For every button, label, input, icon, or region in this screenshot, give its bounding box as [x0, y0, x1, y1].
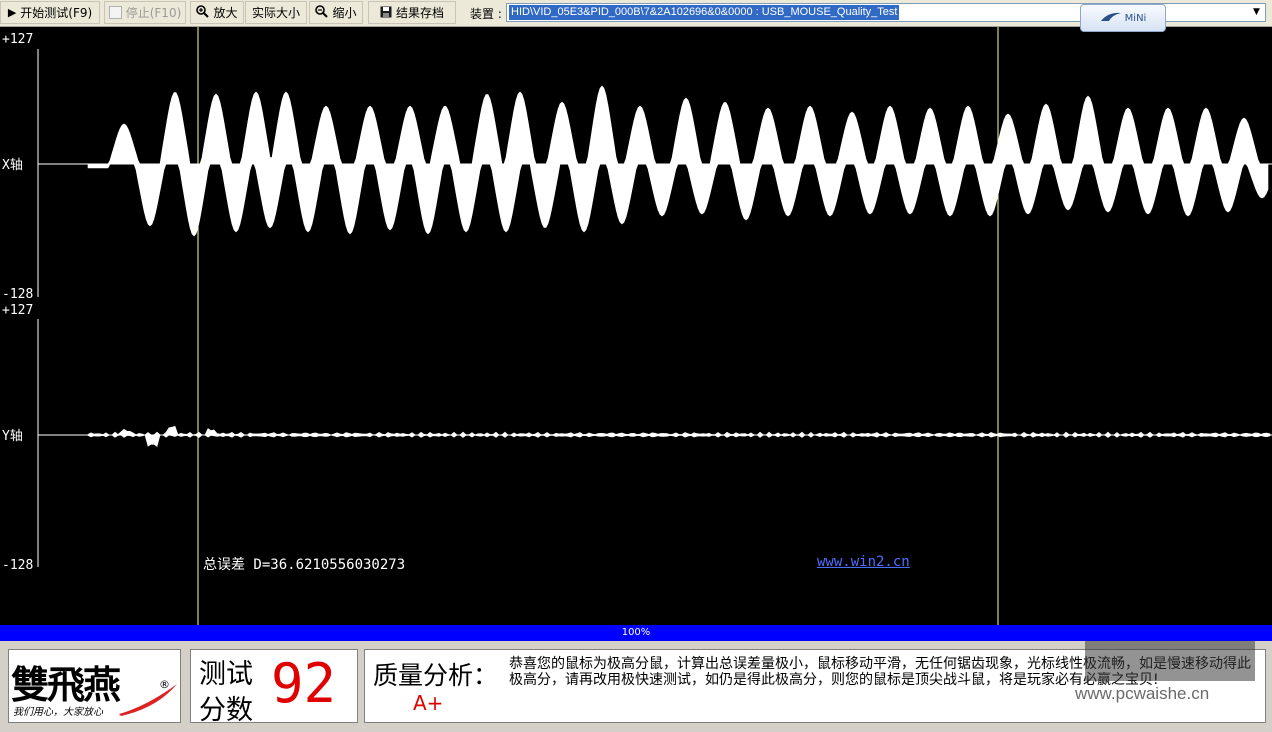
start-test-button[interactable]: ▶ 开始测试(F9)	[0, 1, 100, 24]
score-label-line1: 测试	[199, 659, 253, 690]
save-result-label: 结果存档	[395, 6, 444, 20]
progress-label: 100%	[621, 627, 651, 638]
zoom-in-label: 放大	[213, 6, 238, 20]
y-axis-label: Y轴	[2, 429, 23, 444]
mini-mode-label: MiNi	[1124, 12, 1147, 24]
save-result-button[interactable]: 结果存档	[368, 1, 456, 24]
zoom-out-icon	[315, 5, 329, 20]
zoom-out-label: 缩小	[332, 6, 357, 20]
logo-slogan: 我们用心，大家放心	[13, 707, 103, 718]
actual-size-button[interactable]: 实际大小	[245, 1, 307, 24]
watermark-text: www.pcwaishe.cn	[1075, 684, 1210, 703]
x-axis-min-label: -128	[2, 287, 34, 302]
watermark-logo	[1085, 641, 1255, 681]
brand-logo: 雙飛燕 ® 我们用心，大家放心	[8, 649, 181, 723]
swoosh-icon	[119, 684, 177, 716]
grade-badge: A+	[413, 691, 444, 715]
floppy-disk-icon	[380, 6, 392, 20]
site-link[interactable]: www.win2.cn	[817, 554, 910, 570]
y-axis-max-label: +127	[2, 303, 34, 318]
device-select-value: HID\VID_05E3&PID_000B\7&2A102696&0&0000 …	[509, 5, 900, 20]
waveform-plot: +127 X轴 -128 +127 Y轴 -128 总误差 D=36.62105…	[0, 27, 1272, 625]
score-label-line2: 分数	[199, 695, 253, 726]
bird-logo-icon	[1100, 11, 1122, 26]
analysis-title: 质量分析：	[373, 661, 499, 690]
y-axis-min-label: -128	[2, 558, 34, 573]
play-icon: ▶	[7, 6, 17, 19]
score-value: 92	[271, 652, 337, 715]
zoom-out-button[interactable]: 缩小	[309, 1, 363, 24]
device-label: 装置 :	[470, 7, 502, 21]
y-axis-waveform	[87, 425, 1271, 448]
score-box: 测试 分数 92	[190, 649, 358, 726]
x-axis-label: X轴	[2, 158, 23, 173]
stop-label: 停止(F10)	[125, 6, 182, 20]
stop-button[interactable]: 停止(F10)	[104, 1, 186, 24]
x-axis-max-label: +127	[2, 32, 34, 47]
waveform-canvas	[37, 27, 1272, 625]
mini-mode-button[interactable]: MiNi	[1080, 4, 1166, 32]
start-test-label: 开始测试(F9)	[20, 6, 93, 20]
zoom-in-icon	[196, 5, 210, 20]
zoom-in-button[interactable]: 放大	[190, 1, 244, 24]
result-panel: 雙飛燕 ® 我们用心，大家放心 测试 分数 92 质量分析： A+ 恭喜您的鼠标…	[0, 641, 1272, 732]
x-axis-waveform	[87, 85, 1269, 237]
actual-size-label: 实际大小	[251, 6, 300, 20]
checkbox-icon	[108, 6, 122, 19]
dropdown-arrow-icon[interactable]: ▼	[1249, 5, 1264, 20]
total-error-text: 总误差 D=36.6210556030273	[203, 557, 406, 573]
logo-text: 雙飛燕	[11, 662, 121, 707]
progress-bar: 100%	[0, 625, 1272, 641]
toolbar: ▶ 开始测试(F9) 停止(F10) 放大 实际大小 缩小 结果存档 装置 : …	[0, 0, 1272, 32]
